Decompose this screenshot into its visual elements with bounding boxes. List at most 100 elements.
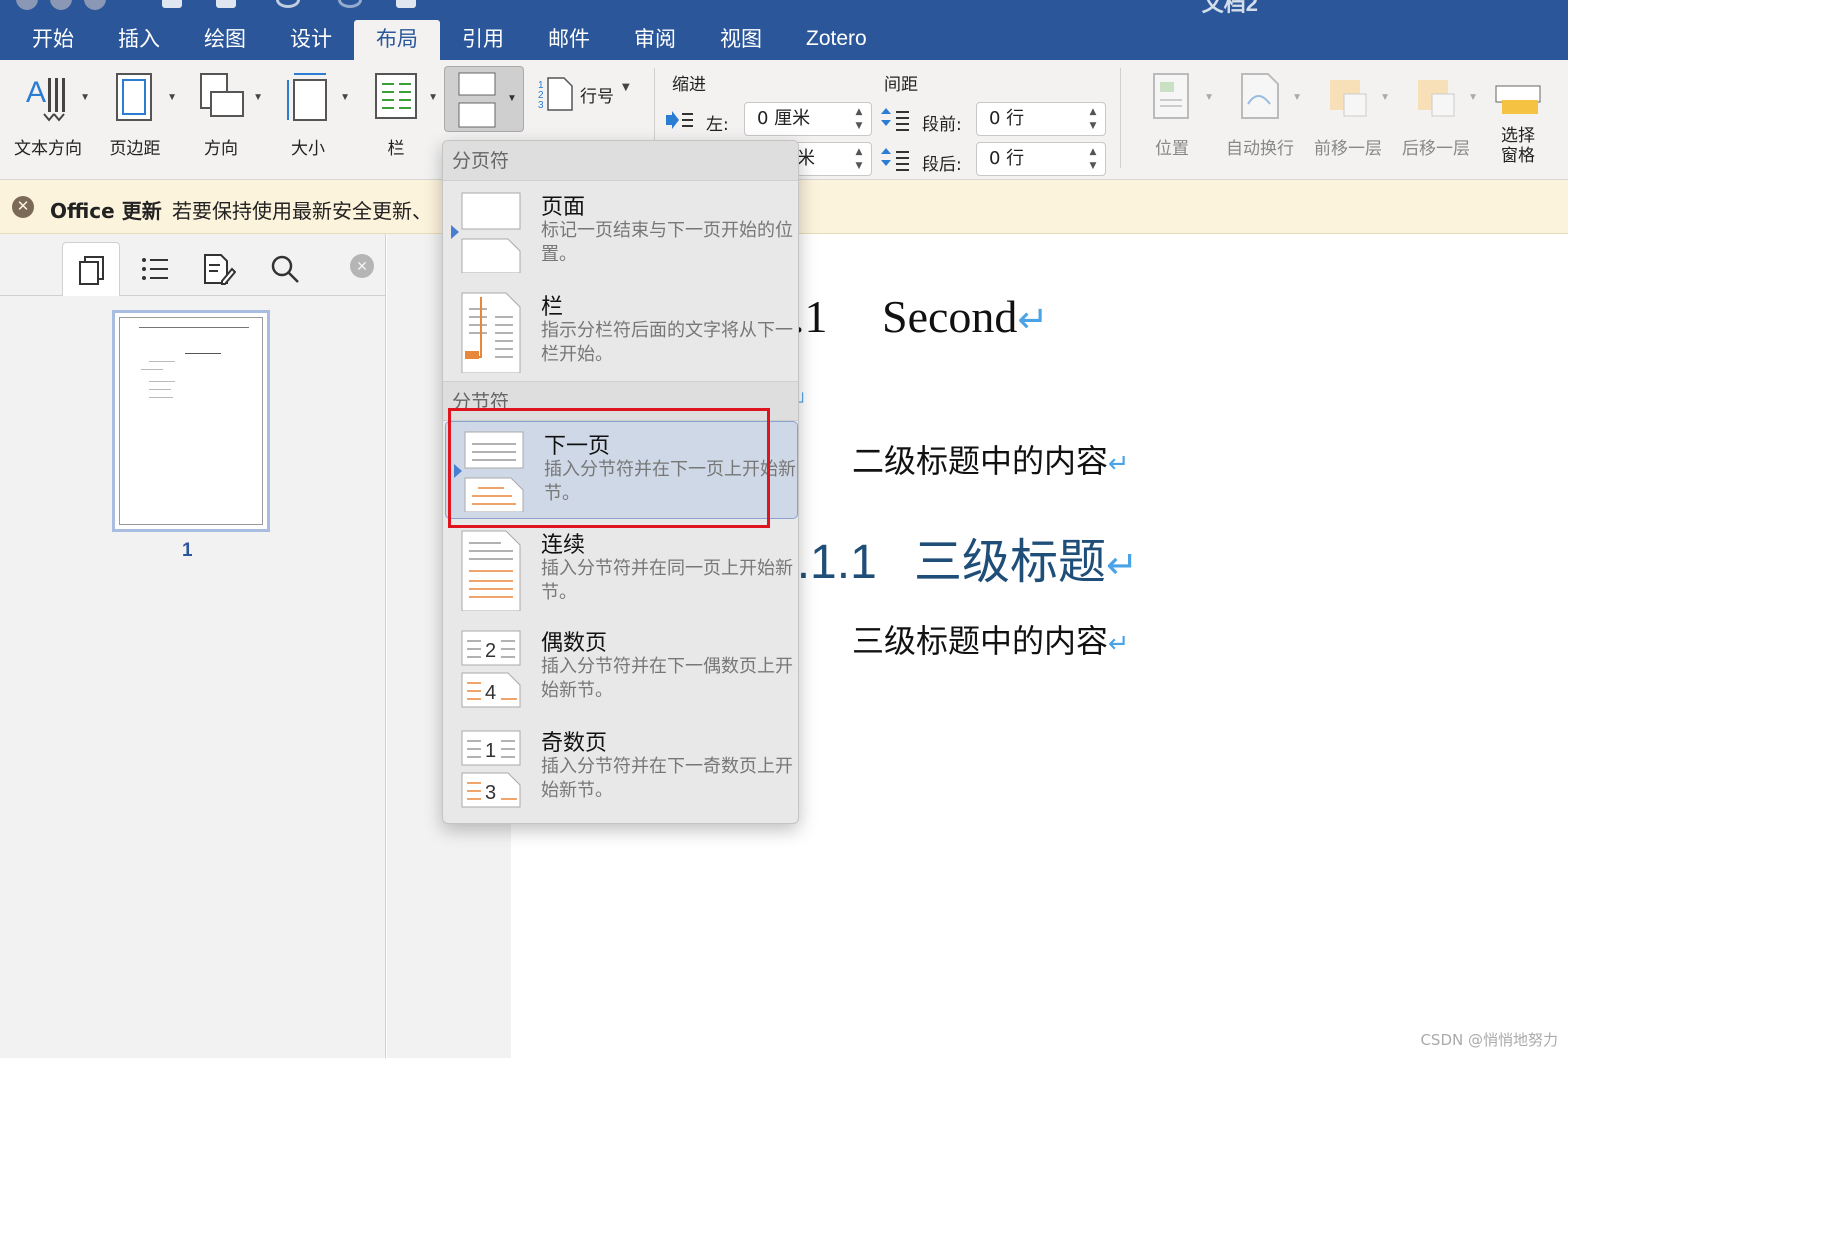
space-after-stepper[interactable]: ▲ ▼ xyxy=(1085,145,1101,173)
tab-zotero[interactable]: Zotero xyxy=(784,20,889,60)
selection-pane-button[interactable]: 选择 窗格 xyxy=(1490,70,1546,166)
save-icon[interactable] xyxy=(216,0,236,8)
indent-left-field[interactable]: 0 厘米 ▲ ▼ xyxy=(744,102,872,136)
wrap-text-button[interactable]: ▼ 自动换行 xyxy=(1224,70,1302,159)
notification-title: Office 更新 xyxy=(50,199,162,223)
menu-item-title: 栏 xyxy=(541,295,564,320)
svg-text:A: A xyxy=(26,76,46,109)
close-icon[interactable]: ✕ xyxy=(12,196,34,218)
columns-button[interactable]: ▼ 栏 xyxy=(364,70,438,159)
indent-left-stepper[interactable]: ▲ ▼ xyxy=(851,105,867,133)
tab-insert[interactable]: 插入 xyxy=(96,20,182,60)
body-text-1: 二级标题中的内容 xyxy=(852,442,1109,480)
breaks-icon: ▼ xyxy=(458,72,517,128)
bring-forward-icon: ▼ xyxy=(1324,70,1390,124)
tab-design[interactable]: 设计 xyxy=(268,20,354,60)
space-after-label: 段后: xyxy=(922,155,962,175)
even-second-number: 4 xyxy=(485,682,496,704)
odd-second-number: 3 xyxy=(485,782,496,804)
print-icon[interactable] xyxy=(396,0,416,8)
margins-button[interactable]: ▼ 页边距 xyxy=(104,70,177,159)
continuous-icon xyxy=(461,530,521,611)
spacing-group-label: 间距 xyxy=(884,75,918,95)
thumbnails-tab[interactable] xyxy=(62,242,120,296)
selection-pane-icon xyxy=(1494,70,1542,124)
tab-mailings[interactable]: 邮件 xyxy=(526,20,612,60)
space-before-stepper[interactable]: ▲ ▼ xyxy=(1085,105,1101,133)
paragraph-mark: ↵ xyxy=(1108,449,1130,479)
bring-forward-button[interactable]: ▼ 前移一层 xyxy=(1312,70,1390,159)
minimize-window-button[interactable] xyxy=(50,0,72,10)
page-breaks-header: 分页符 xyxy=(443,141,798,181)
pointer-icon xyxy=(451,225,459,239)
menu-item-title: 页面 xyxy=(541,195,586,220)
space-after-value: 0 行 xyxy=(989,148,1025,169)
menu-item-title: 奇数页 xyxy=(541,731,608,756)
menu-item-description: 标记一页结束与下一页开始的位置。 xyxy=(541,220,793,265)
heading-level-3[interactable]: 1.1.1 三级标题↵ xyxy=(770,522,1138,592)
redo-icon[interactable] xyxy=(338,0,362,8)
title-bar: 文档2 开始 插入 绘图 设计 布局 引用 邮件 审阅 视图 Zotero xyxy=(0,0,1568,60)
page-thumbnail[interactable] xyxy=(112,310,270,532)
menu-item-title: 连续 xyxy=(541,533,586,558)
line-numbers-icon: 123 xyxy=(538,76,574,112)
list-icon xyxy=(142,258,168,280)
close-window-button[interactable] xyxy=(16,0,38,10)
wrap-text-icon: ▼ xyxy=(1236,70,1302,124)
text-direction-label: 文本方向 xyxy=(14,139,82,159)
breaks-button[interactable]: ▼ xyxy=(444,66,524,132)
indent-right-stepper[interactable]: ▲ ▼ xyxy=(851,145,867,173)
space-before-field[interactable]: 0 行 ▲ ▼ xyxy=(976,102,1106,136)
send-backward-button[interactable]: ▼ 后移一层 xyxy=(1400,70,1478,159)
line-numbers-caret-icon: ▼ xyxy=(622,82,630,93)
tab-layout[interactable]: 布局 xyxy=(354,20,440,60)
page-number: 1 xyxy=(182,540,193,561)
notification-message: 若要保持使用最新安全更新、 xyxy=(172,199,432,223)
menu-item-description: 插入分节符并在同一页上开始新节。 xyxy=(541,558,793,603)
body-text-2: 三级标题中的内容 xyxy=(852,622,1109,660)
body-text-level-3[interactable]: 三级标题中的内容↵ xyxy=(852,616,1129,662)
even-page-icon: 2 4 xyxy=(461,630,521,708)
menu-item-page-break[interactable]: 页面 标记一页结束与下一页开始的位置。 xyxy=(443,183,798,281)
menu-item-column-break[interactable]: 栏 指示分栏符后面的文字将从下一栏开始。 xyxy=(443,283,798,381)
tab-draw[interactable]: 绘图 xyxy=(182,20,268,60)
heading-level-3-text: 三级标题 xyxy=(914,534,1107,590)
columns-label: 栏 xyxy=(387,139,405,159)
position-button[interactable]: ▼ 位置 xyxy=(1146,70,1214,159)
close-pane-button[interactable]: ✕ xyxy=(350,254,374,278)
margins-label: 页边距 xyxy=(109,139,161,159)
undo-icon[interactable] xyxy=(276,0,300,8)
menu-item-odd-page[interactable]: 1 3 奇数页 插入分节符并在下一奇数页上开始新节。 xyxy=(443,719,798,817)
orientation-label: 方向 xyxy=(204,139,238,159)
menu-item-description: 插入分节符并在下一偶数页上开始新节。 xyxy=(541,656,793,701)
column-break-icon xyxy=(461,292,521,373)
body-text-level-2[interactable]: 二级标题中的内容↵ xyxy=(852,436,1129,482)
tab-review[interactable]: 审阅 xyxy=(612,20,698,60)
text-direction-button[interactable]: A ▼ 文本方向 xyxy=(12,70,90,159)
menu-item-description: 指示分栏符后面的文字将从下一栏开始。 xyxy=(541,320,793,365)
bring-forward-label: 前移一层 xyxy=(1314,139,1382,159)
heading-level-2[interactable]: 1.1Second↵ xyxy=(770,290,1048,343)
watermark: CSDN @悄悄地努力 xyxy=(1420,1031,1558,1049)
menu-item-continuous[interactable]: 连续 插入分节符并在同一页上开始新节。 xyxy=(443,521,798,619)
size-label: 大小 xyxy=(291,139,325,159)
menu-item-even-page[interactable]: 2 4 偶数页 插入分节符并在下一偶数页上开始新节。 xyxy=(443,619,798,717)
home-icon[interactable] xyxy=(162,0,182,8)
outline-tab[interactable] xyxy=(126,242,184,296)
svg-text:3: 3 xyxy=(538,100,544,111)
zoom-window-button[interactable] xyxy=(84,0,106,10)
page-break-icon xyxy=(461,192,521,273)
tab-home[interactable]: 开始 xyxy=(10,20,96,60)
tab-references[interactable]: 引用 xyxy=(440,20,526,60)
size-button[interactable]: ▼ 大小 xyxy=(280,70,350,159)
menu-item-title: 偶数页 xyxy=(541,631,608,656)
document-title: 文档2 xyxy=(1201,0,1258,16)
line-numbers-button[interactable]: 行号 xyxy=(580,82,614,107)
position-icon: ▼ xyxy=(1148,70,1214,124)
orientation-button[interactable]: ▼ 方向 xyxy=(192,70,263,159)
space-after-field[interactable]: 0 行 ▲ ▼ xyxy=(976,142,1106,176)
revisions-tab[interactable] xyxy=(190,242,248,296)
pages-icon xyxy=(79,255,104,285)
tab-view[interactable]: 视图 xyxy=(698,20,784,60)
search-tab[interactable] xyxy=(256,242,314,296)
